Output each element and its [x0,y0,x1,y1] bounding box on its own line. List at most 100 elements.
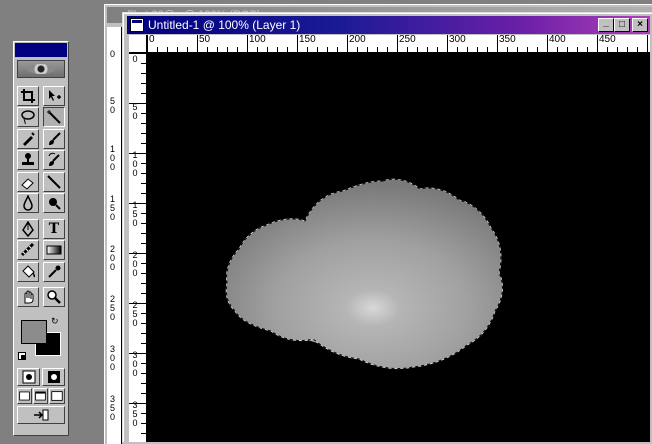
drop-icon [23,195,33,211]
full-screen-menu-icon [35,391,46,401]
full-screen-menu-mode-button[interactable] [33,388,48,404]
bg-ruler-label: 1 5 0 [110,194,116,222]
bg-ruler-label: 3 5 0 [110,394,116,422]
stamp-icon [22,153,34,165]
left-ruler[interactable]: 0 5 0 1 0 0 1 5 0 2 0 0 2 5 0 3 0 0 3 5 … [129,53,147,442]
toolbox-title-bar[interactable] [15,43,67,57]
eyedropper-icon [48,265,61,278]
ruler-label-v250: 2 5 0 [132,300,138,328]
toolbox-palette: T ↻ [13,41,69,436]
paint-bucket-tool[interactable] [17,262,39,282]
magnifier-icon [47,290,61,304]
window-buttons: _ □ × [598,18,648,32]
type-icon: T [48,221,60,237]
ruler-label-v150: 1 5 0 [132,200,138,228]
full-screen-mode-button[interactable] [49,388,65,404]
top-ruler[interactable]: 0 50 100 150 200 250 300 350 400 450 [147,35,650,53]
document-title-bar[interactable]: Untitled-1 @ 100% (Layer 1) _ □ × [127,16,650,34]
lasso-tool[interactable] [17,107,39,127]
default-colors-icon[interactable] [18,352,26,360]
pen-icon [22,221,34,237]
color-swatches: ↻ [17,316,65,364]
magic-wand-icon [47,110,61,124]
ruler-label-350: 350 [499,35,516,45]
pencil-tool[interactable] [43,172,65,192]
gradient-icon [46,245,62,255]
ruler-label-100: 100 [249,35,266,45]
paintbrush-icon [49,132,61,145]
paintbrush-tool[interactable] [43,129,65,149]
minimize-icon: _ [603,17,609,28]
standard-screen-mode-button[interactable] [17,388,32,404]
lasso-icon [21,110,35,125]
document-window[interactable]: Untitled-1 @ 100% (Layer 1) _ □ × 0 50 1… [122,12,652,442]
bg-ruler-label: 5 0 [110,96,116,115]
burn-icon [49,198,61,210]
bg-ruler-label: 1 0 0 [110,144,116,172]
airbrush-icon [23,132,35,146]
ruler-label-400: 400 [549,35,566,45]
bg-ruler-label: 2 5 0 [110,294,116,322]
arrow-plus-icon [49,90,61,101]
foreground-color-swatch[interactable] [21,320,47,344]
close-icon: × [637,19,643,30]
background-left-ruler: 0 5 0 1 0 0 1 5 0 2 0 0 2 5 0 3 0 0 3 5 … [107,27,122,444]
ruler-label-250: 250 [399,35,416,45]
minimize-button[interactable]: _ [598,18,614,32]
standard-mode-icon [22,370,35,384]
quick-mask-icon [47,371,60,383]
measure-icon [20,242,35,257]
bg-ruler-label: 3 0 0 [110,344,116,372]
photoshop-eye-logo[interactable] [17,60,65,78]
gradient-tool[interactable] [43,240,65,260]
type-tool[interactable]: T [43,219,65,239]
pencil-icon [47,175,61,189]
selection-marching-ants [225,178,503,370]
zoom-tool[interactable] [43,287,65,307]
ruler-label-50: 50 [199,35,211,45]
pen-tool[interactable] [17,219,39,239]
eraser-tool[interactable] [17,172,39,192]
jump-to-imageready-button[interactable] [17,406,65,424]
direct-selection-tool[interactable] [43,86,65,106]
document-icon[interactable] [130,18,144,32]
eyedropper-tool[interactable] [43,262,65,282]
bucket-icon [22,265,36,278]
crop-icon [21,89,35,103]
magic-wand-tool[interactable] [43,107,65,127]
ruler-label-450: 450 [599,35,616,45]
full-screen-icon [51,391,63,401]
airbrush-tool[interactable] [17,129,39,149]
ruler-label-150: 150 [299,35,316,45]
maximize-icon: □ [618,19,626,30]
blur-tool[interactable] [17,193,39,213]
flower-image[interactable] [147,53,650,433]
jump-to-icon [34,409,49,421]
measure-tool[interactable] [17,240,39,260]
ruler-label-300: 300 [449,35,466,45]
close-button[interactable]: × [632,18,648,32]
ruler-label-v200: 2 0 0 [132,250,138,278]
document-canvas[interactable] [147,53,650,442]
history-brush-icon [48,152,60,166]
ruler-origin[interactable] [129,35,147,53]
crop-tool[interactable] [17,86,39,106]
eraser-icon [21,178,34,190]
history-brush-tool[interactable] [43,150,65,170]
ruler-label-v100: 1 0 0 [132,150,138,178]
standard-mode-button[interactable] [17,368,40,386]
document-title: Untitled-1 @ 100% (Layer 1) [148,18,301,32]
maximize-button[interactable]: □ [614,18,630,32]
ruler-label-v50: 5 0 [132,102,138,121]
ruler-label-v350: 3 5 0 [132,400,138,428]
swap-colors-icon[interactable]: ↻ [51,316,59,327]
quick-mask-mode-button[interactable] [42,368,65,386]
hand-icon [24,290,34,304]
rubber-stamp-tool[interactable] [17,150,39,170]
ruler-label-v300: 3 0 0 [132,350,138,378]
ruler-label-0: 0 [149,35,155,45]
hand-tool[interactable] [17,287,39,307]
burn-tool[interactable] [43,193,65,213]
screen-mode-icon [19,391,30,401]
ruler-label-200: 200 [349,35,366,45]
